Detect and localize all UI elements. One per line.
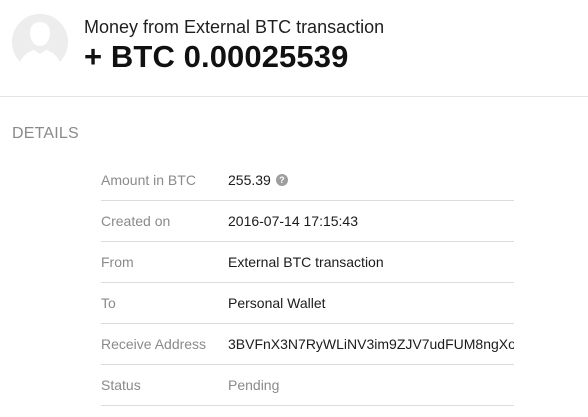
receive-address-value[interactable]: 3BVFnX3N7RyWLiNV3im9ZJV7udFUM8ngXo	[228, 336, 514, 352]
detail-row-receive-address: Receive Address 3BVFnX3N7RyWLiNV3im9ZJV7…	[101, 324, 514, 365]
detail-row-created-on: Created on 2016-07-14 17:15:43	[101, 201, 514, 242]
detail-label: Status	[101, 377, 141, 393]
amount-value: 255.39	[228, 172, 271, 188]
default-user-silhouette-icon	[12, 14, 68, 70]
status-badge: Pending	[228, 377, 280, 393]
detail-row-amount: Amount in BTC 255.39 ?	[101, 160, 514, 201]
transaction-header: Money from External BTC transaction + BT…	[0, 0, 588, 97]
details-section-title: DETAILS	[12, 125, 79, 142]
help-question-icon[interactable]: ?	[275, 174, 288, 186]
header-text: Money from External BTC transaction + BT…	[84, 16, 580, 75]
detail-label: Receive Address	[101, 336, 207, 352]
detail-row-status: Status Pending	[101, 365, 514, 406]
detail-label: Amount in BTC	[101, 172, 196, 188]
detail-value: External BTC transaction	[228, 254, 384, 270]
detail-row-to: To Personal Wallet	[101, 283, 514, 324]
detail-value: 2016-07-14 17:15:43	[228, 213, 358, 229]
avatar	[12, 14, 68, 70]
details-list: Amount in BTC 255.39 ? Created on 2016-0…	[101, 160, 514, 406]
detail-value: 255.39 ?	[228, 172, 288, 188]
transaction-description: Money from External BTC transaction	[84, 17, 385, 37]
detail-row-from: From External BTC transaction	[101, 242, 514, 283]
detail-label: From	[101, 254, 134, 270]
detail-label: Created on	[101, 213, 171, 229]
detail-value: Personal Wallet	[228, 295, 326, 311]
transaction-amount: + BTC 0.00025539	[84, 39, 349, 74]
detail-label: To	[101, 295, 116, 311]
